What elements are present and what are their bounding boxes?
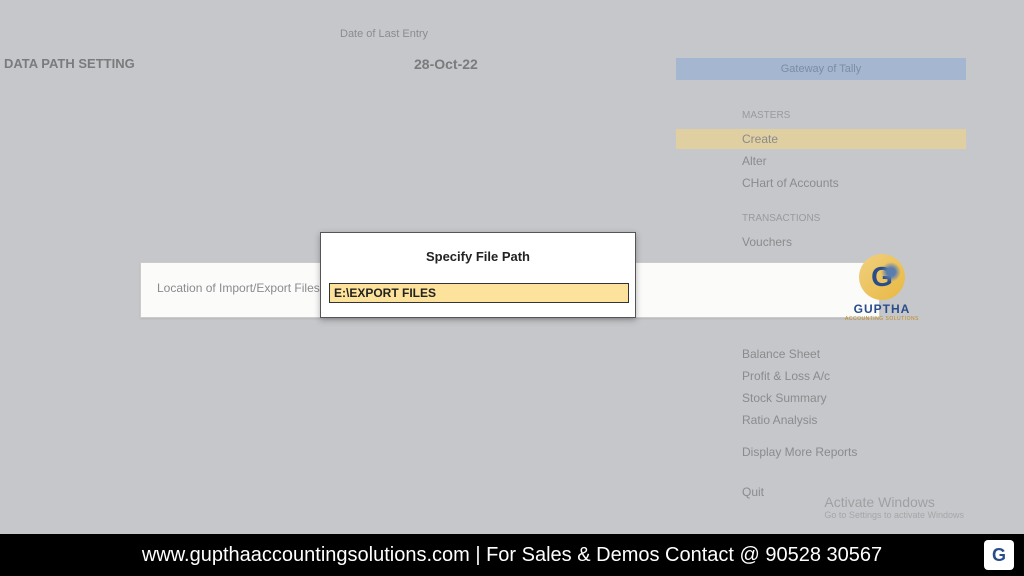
brand-logo: G GUPTHA ACCOUNTING SOLUTIONS: [842, 254, 922, 322]
footer-banner: www.gupthaaccountingsolutions.com | For …: [0, 534, 1024, 576]
screen-title: DATA PATH SETTING: [4, 56, 135, 71]
activate-windows-watermark: Activate Windows Go to Settings to activ…: [824, 494, 964, 520]
logo-text: GUPTHA: [854, 302, 911, 316]
sidebar-header: Gateway of Tally: [676, 58, 966, 80]
logo-subtext: ACCOUNTING SOLUTIONS: [845, 316, 919, 322]
date-last-entry-label: Date of Last Entry: [340, 28, 428, 40]
sidebar-item-stock[interactable]: Stock Summary: [676, 388, 966, 408]
sidebar-item-pl[interactable]: Profit & Loss A/c: [676, 366, 966, 386]
date-value: 28-Oct-22: [414, 56, 478, 72]
file-path-input[interactable]: [329, 283, 629, 303]
footer-text: www.gupthaaccountingsolutions.com | For …: [142, 544, 882, 567]
sidebar-item-vouchers[interactable]: Vouchers: [676, 232, 966, 252]
dialog-title: Specify File Path: [321, 249, 635, 264]
section-transactions: TRANSACTIONS: [742, 213, 966, 224]
footer-logo-icon: G: [984, 540, 1014, 570]
specify-file-path-dialog: Specify File Path: [320, 232, 636, 318]
sidebar-item-display[interactable]: Display More Reports: [676, 442, 966, 462]
sidebar-item-balance[interactable]: Balance Sheet: [676, 344, 966, 364]
sidebar-item-ratio[interactable]: Ratio Analysis: [676, 410, 966, 430]
section-masters: MASTERS: [742, 110, 966, 121]
logo-icon: G: [859, 254, 905, 300]
sidebar-item-create[interactable]: Create: [676, 129, 966, 149]
sidebar-item-chart[interactable]: CHart of Accounts: [676, 173, 966, 193]
sidebar-item-alter[interactable]: Alter: [676, 151, 966, 171]
path-input-label: Location of Import/Export Files: [157, 281, 320, 295]
activate-title: Activate Windows: [824, 494, 964, 510]
activate-subtitle: Go to Settings to activate Windows: [824, 510, 964, 520]
